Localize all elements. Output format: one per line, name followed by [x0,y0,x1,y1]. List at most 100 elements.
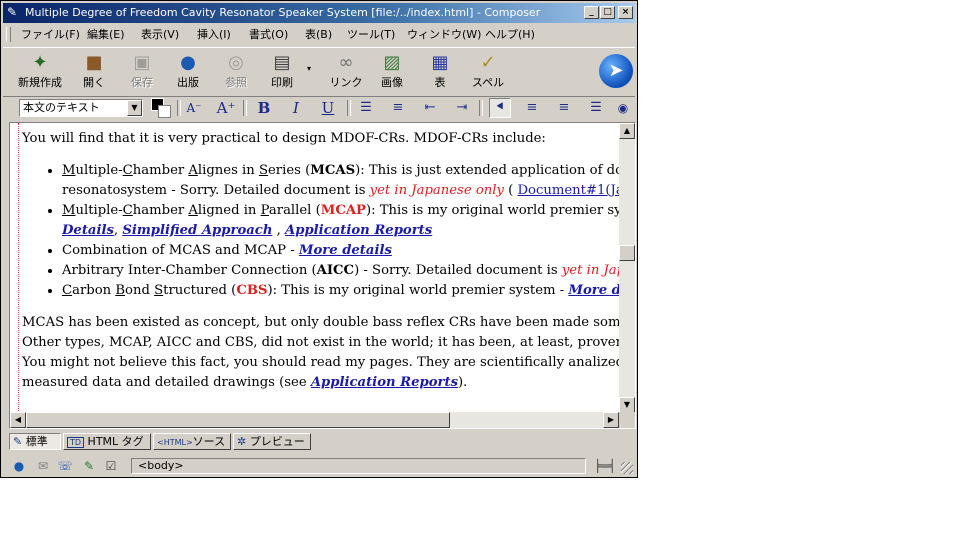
intro-paragraph: You will find that it is very practical … [22,131,546,146]
maximize-button[interactable]: □ [600,6,615,19]
paragraph-style-select[interactable]: 本文のテキスト ▼ [19,99,143,117]
minimize-button[interactable]: _ [584,6,599,19]
scroll-right-icon[interactable]: ▶ [603,412,619,428]
print-button[interactable]: ▤ 印刷 [259,50,305,94]
body-paragraph: MCAS has been existed as concept, but on… [22,315,620,390]
title-bar[interactable]: ✎ Multiple Degree of Freedom Cavity Reso… [3,3,635,23]
menu-bar: ファイル(F) 編集(E) 表示(V) 挿入(I) 書式(O) 表(B) ツール… [3,25,635,45]
align-right-button[interactable]: ≡ [553,98,575,118]
insert-element-icon[interactable]: ◉ [615,98,631,118]
globe-icon: ● [180,52,196,73]
outdent-button[interactable]: ⇤ [419,98,441,118]
status-bar: ● ✉ ☏ ✎ ☑ <body> ╞═╡ [3,455,635,476]
link-icon: ∞ [338,52,354,73]
printer-icon: ▤ [273,52,291,73]
menu-insert[interactable]: 挿入(I) [197,27,231,43]
toolbar-divider [177,100,181,116]
horizontal-scrollbar[interactable]: ◀ ▶ [10,412,619,428]
margin-guide [18,123,19,413]
composer-icon[interactable]: ✎ [81,458,97,474]
menu-view[interactable]: 表示(V) [141,27,179,43]
mail-icon[interactable]: ✉ [35,458,51,474]
element-path[interactable]: <body> [131,458,586,474]
list-item-combination: Combination of MCAS and MCAP - More deta… [62,241,620,261]
composer-window: ✎ Multiple Degree of Freedom Cavity Reso… [0,0,638,478]
scroll-down-icon[interactable]: ▼ [619,397,635,413]
preview-icon: ✲ [237,435,247,448]
menu-window[interactable]: ウィンドウ(W) [407,27,481,43]
italic-button[interactable]: I [285,98,307,118]
menu-help[interactable]: ヘルプ(H) [485,27,535,43]
html-source-icon: <HTML> [157,438,193,447]
menu-edit[interactable]: 編集(E) [87,27,125,43]
navigator-icon[interactable]: ● [11,458,27,474]
menu-file[interactable]: ファイル(F) [21,27,80,43]
chevron-down-icon[interactable]: ▼ [127,100,142,116]
underline-button[interactable]: U [317,98,339,118]
text-color-picker[interactable] [151,98,171,118]
table-button[interactable]: ▦ 表 [417,50,463,94]
indent-button[interactable]: ⇥ [451,98,473,118]
close-button[interactable]: × [618,6,633,19]
application-reports-link[interactable]: Application Reports [311,375,458,390]
document-content[interactable]: You will find that it is very practical … [10,123,620,413]
editor-frame: You will find that it is very practical … [9,122,636,429]
folder-icon: ■ [85,52,103,73]
increase-font-size-button[interactable]: A⁺ [215,98,237,118]
toolbar-divider [243,100,247,116]
scroll-corner [619,412,635,428]
list-item-mcap: Multiple-Chamber Aligned in Parallel (MC… [62,201,620,241]
menu-tools[interactable]: ツール(T) [347,27,395,43]
spellcheck-icon: ✓ [480,52,496,73]
toolbar-divider [347,100,351,116]
menubar-grip[interactable] [6,27,11,42]
chat-icon[interactable]: ☏ [57,458,73,474]
vertical-scroll-thumb[interactable] [619,245,635,261]
horizontal-scroll-thumb[interactable] [26,412,450,428]
spell-button[interactable]: ✓ スペル [465,50,511,94]
more-details-link[interactable]: More details [568,283,620,298]
address-book-icon[interactable]: ☑ [103,458,119,474]
tab-normal[interactable]: ✎ 標準 [9,433,61,450]
bold-button[interactable]: B [253,98,275,118]
browse-button[interactable]: ◎ 参照 [213,50,259,94]
details-link[interactable]: Details [62,223,114,238]
image-button[interactable]: ▨ 画像 [369,50,415,94]
tab-preview[interactable]: ✲ プレビュー [233,433,311,450]
open-button[interactable]: ■ 開く [71,50,117,94]
align-left-button[interactable]: ⯇ [489,98,511,118]
save-icon: ▣ [133,52,151,73]
new-button[interactable]: ✦ 新規作成 [17,50,63,94]
simplified-approach-link[interactable]: Simplified Approach [122,223,272,238]
menu-table[interactable]: 表(B) [305,27,332,43]
menu-format[interactable]: 書式(O) [249,27,288,43]
justify-button[interactable]: ☰ [585,98,607,118]
background-color-swatch[interactable] [158,105,171,118]
toolbar-divider [479,100,483,116]
new-document-icon: ✦ [32,52,48,73]
more-details-link[interactable]: More details [299,243,392,258]
vertical-scrollbar[interactable]: ▲ ▼ [619,123,635,413]
seamonkey-logo-icon[interactable]: ➤ [599,54,633,88]
align-center-button[interactable]: ≡ [521,98,543,118]
mdof-list: Multiple-Chamber Alignes in Series (MCAS… [10,161,620,301]
tab-source[interactable]: <HTML>ソース [153,433,231,450]
edit-mode-tabs: ✎ 標準 TD HTML タグ <HTML>ソース ✲ プレビュー [9,433,636,451]
print-dropdown-icon[interactable]: ▾ [307,64,311,73]
scroll-left-icon[interactable]: ◀ [10,412,26,428]
connection-status-icon[interactable]: ╞═╡ [591,458,619,474]
link-button[interactable]: ∞ リンク [323,50,369,94]
composer-app-icon[interactable]: ✎ [7,5,22,20]
tab-html-tags[interactable]: TD HTML タグ [63,433,151,450]
resize-grip[interactable] [621,462,633,474]
composition-toolbar: ✦ 新規作成 ■ 開く ▣ 保存 ● 出版 ◎ 参照 ▤ 印刷 ▾ ∞ リンク … [3,47,635,97]
numbered-list-button[interactable]: ≡ [387,98,409,118]
bullet-list-button[interactable]: ☰ [355,98,377,118]
application-reports-link[interactable]: Application Reports [285,223,432,238]
decrease-font-size-button[interactable]: A⁻ [183,98,205,118]
save-button[interactable]: ▣ 保存 [119,50,165,94]
publish-button[interactable]: ● 出版 [165,50,211,94]
pencil-icon: ✎ [13,435,23,448]
scroll-up-icon[interactable]: ▲ [619,123,635,139]
document-link[interactable]: Document#1(Japanese [517,183,620,198]
